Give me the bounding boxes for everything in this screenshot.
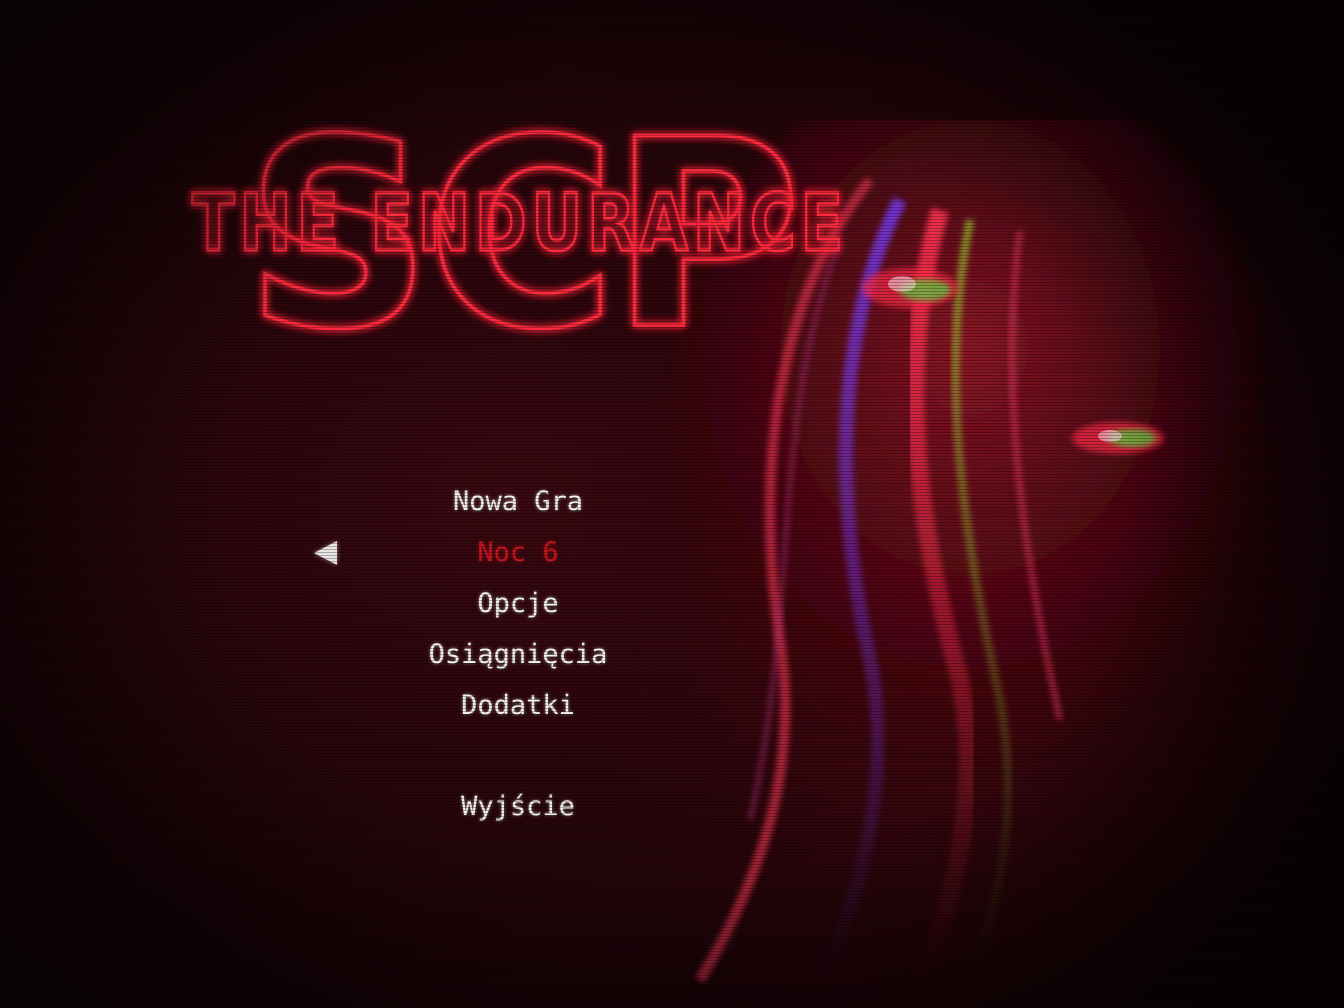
menu-item-options[interactable]: Opcje xyxy=(360,584,676,624)
logo-subtitle-text: THE ENDURANCE xyxy=(192,179,848,269)
menu-item-exit[interactable]: Wyjście xyxy=(360,787,676,827)
creature-eye-right xyxy=(1072,422,1164,454)
triangle-left-icon xyxy=(314,541,337,565)
creature-eye-left xyxy=(862,268,958,308)
main-menu-screen: SCP THE ENDURANCE Nowa Gra Noc 6 Opcje O… xyxy=(0,0,1344,1008)
menu-item-night-6[interactable]: Noc 6 xyxy=(360,533,676,573)
menu-item-achievements[interactable]: Osiągnięcia xyxy=(360,635,676,675)
menu-item-extras[interactable]: Dodatki xyxy=(360,686,676,726)
game-logo: SCP THE ENDURANCE xyxy=(191,100,850,350)
menu-item-new-game[interactable]: Nowa Gra xyxy=(360,482,676,522)
